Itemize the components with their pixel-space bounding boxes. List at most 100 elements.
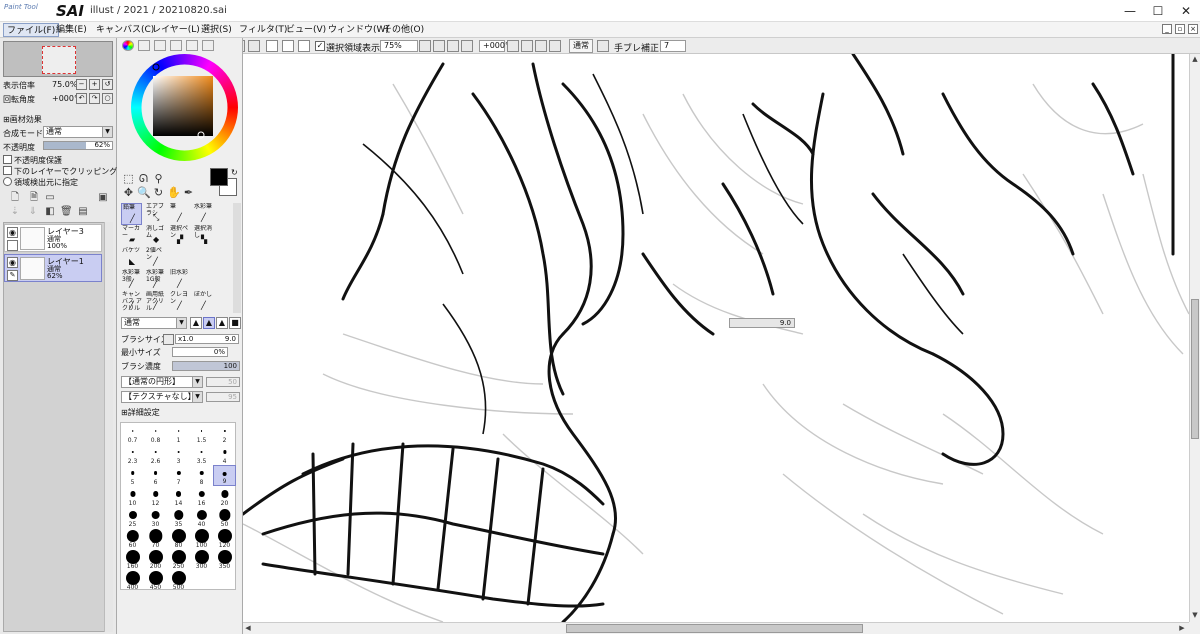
- brush-tool-marker[interactable]: マーカー ▰: [121, 225, 142, 247]
- menu-file[interactable]: ファイル(F): [3, 23, 60, 37]
- brush-size-preset[interactable]: 80: [167, 528, 190, 549]
- brush-tool-brush[interactable]: 筆 ╱: [169, 203, 190, 225]
- mdi-restore-icon[interactable]: ▫: [1175, 24, 1185, 34]
- scratchpad-tab-icon[interactable]: [186, 40, 198, 51]
- mdi-minimize-icon[interactable]: _: [1162, 24, 1172, 34]
- brush-size-preset[interactable]: 8: [190, 465, 213, 486]
- hand-icon[interactable]: ✋: [167, 186, 181, 199]
- rect-select-icon[interactable]: ⬚: [122, 172, 135, 185]
- scroll-right-icon[interactable]: ▶: [1177, 623, 1187, 633]
- brush-size-preset[interactable]: 35: [167, 507, 190, 528]
- brush-size-preset[interactable]: 40: [190, 507, 213, 528]
- edge-soft-icon[interactable]: ▲: [190, 317, 202, 329]
- navigator-viewport[interactable]: [42, 46, 76, 74]
- brush-size-preset[interactable]: 25: [121, 507, 144, 528]
- swap-colors-icon[interactable]: ↻: [231, 168, 238, 177]
- advanced-settings-toggle[interactable]: ⊞詳細設定: [121, 407, 160, 418]
- opacity-slider[interactable]: 62%: [43, 141, 113, 150]
- brush-tool-watercolor[interactable]: 水彩筆 ╱: [193, 203, 214, 225]
- clear-layer-icon[interactable]: ◧: [44, 206, 56, 218]
- layer-item-selected[interactable]: ◉ ✎ レイヤー1 通常 62%: [4, 254, 102, 282]
- brush-tool-paper-acrylic[interactable]: 画用紙 アクリル ╱: [145, 291, 166, 313]
- close-icon[interactable]: ✕: [1168, 2, 1200, 20]
- rotation-dropdown-icon[interactable]: [507, 40, 519, 52]
- zoom-out-icon[interactable]: −: [76, 79, 87, 90]
- lock-icon[interactable]: [7, 240, 18, 251]
- menu-other[interactable]: その他(O): [380, 23, 427, 37]
- eye-icon[interactable]: ◉: [7, 227, 18, 238]
- rotate-right-icon[interactable]: ↷: [89, 93, 100, 104]
- brush-mode-select[interactable]: 通常 ▼: [121, 317, 187, 329]
- edge-hard-icon[interactable]: ▲: [216, 317, 228, 329]
- rotate-ccw-icon[interactable]: [521, 40, 533, 52]
- brush-size-preset[interactable]: 100: [190, 528, 213, 549]
- stabilizer-input[interactable]: 7: [660, 40, 686, 52]
- pen-icon[interactable]: ✎: [7, 270, 18, 281]
- brush-size-preset[interactable]: 0.8: [144, 423, 167, 444]
- effects-header[interactable]: ⊞画材効果: [3, 114, 42, 125]
- brush-size-preset[interactable]: 14: [167, 486, 190, 507]
- menu-layer[interactable]: レイヤー(L): [149, 23, 203, 37]
- selection-shape-icon[interactable]: [266, 40, 278, 52]
- color-wheel[interactable]: [131, 54, 238, 161]
- texture-strength-field[interactable]: 95: [206, 392, 240, 402]
- scroll-up-icon[interactable]: ▲: [1190, 54, 1200, 64]
- preserve-opacity-checkbox[interactable]: [3, 155, 12, 164]
- crop-icon[interactable]: [248, 40, 260, 52]
- brush-size-preset[interactable]: 16: [190, 486, 213, 507]
- transfer-down-icon[interactable]: ⇣: [9, 206, 21, 218]
- brush-tool-select-eraser[interactable]: 選択消し ▚: [193, 225, 214, 247]
- rotate-reset-toolbar-icon[interactable]: [549, 40, 561, 52]
- rgb-slider-tab-icon[interactable]: [138, 40, 150, 51]
- brush-size-preset[interactable]: 30: [144, 507, 167, 528]
- palette-tab-icon[interactable]: [170, 40, 182, 51]
- brush-size-preset[interactable]: 200: [144, 549, 167, 570]
- magic-wand-icon[interactable]: ⚲: [152, 172, 165, 185]
- layer-list-scrollbar[interactable]: [104, 222, 113, 632]
- zoom-fit-icon[interactable]: [461, 40, 473, 52]
- brush-tool-bucket[interactable]: バケツ ◣: [121, 247, 142, 269]
- brush-size-preset[interactable]: 9: [213, 465, 236, 486]
- menu-canvas[interactable]: キャンバス(C): [93, 23, 157, 37]
- brush-tool-eraser[interactable]: 消しゴム ◆: [145, 225, 166, 247]
- brush-size-preset[interactable]: 400: [121, 570, 144, 591]
- min-size-slider[interactable]: 0%: [172, 347, 228, 357]
- new-layer-icon[interactable]: 🗋: [9, 192, 21, 204]
- brush-size-preset[interactable]: 450: [144, 570, 167, 591]
- vertical-scrollbar[interactable]: ▲ ▼: [1189, 54, 1200, 622]
- flip-horizontal-icon[interactable]: [597, 40, 609, 52]
- brush-size-preset[interactable]: 2: [213, 423, 236, 444]
- brush-size-preset[interactable]: 5: [121, 465, 144, 486]
- size-multiplier-icon[interactable]: [163, 334, 174, 345]
- brush-size-preset[interactable]: 350: [213, 549, 236, 570]
- brush-size-preset[interactable]: 20: [213, 486, 236, 507]
- rotate-tool-icon[interactable]: ↻: [152, 186, 165, 199]
- density-slider[interactable]: 100: [172, 361, 240, 371]
- scroll-left-icon[interactable]: ◀: [243, 623, 253, 633]
- brush-tool-canvas-acrylic[interactable]: キャンバス アクリル ╱: [121, 291, 142, 313]
- brush-size-preset[interactable]: 4: [213, 444, 236, 465]
- brush-size-slider[interactable]: x1.0 9.0: [175, 334, 239, 344]
- brush-grid-scrollbar[interactable]: [233, 203, 241, 313]
- brush-size-preset[interactable]: 6: [144, 465, 167, 486]
- menu-select[interactable]: 選択(S): [198, 23, 235, 37]
- hsv-slider-tab-icon[interactable]: [154, 40, 166, 51]
- rotate-reset-icon[interactable]: ○: [102, 93, 113, 104]
- foreground-color-swatch[interactable]: [210, 168, 228, 186]
- brush-tool-binary-pen[interactable]: 2値ペン ╱: [145, 247, 166, 269]
- move-icon[interactable]: ✥: [122, 186, 135, 199]
- brush-tool-crayon[interactable]: クレヨン ╱: [169, 291, 190, 313]
- eyedropper-icon[interactable]: ✒: [182, 186, 195, 199]
- blend-mode-select[interactable]: 通常 ▼: [43, 126, 113, 138]
- new-linked-layer-icon[interactable]: 🗎: [28, 192, 40, 204]
- rotation-input[interactable]: +000°: [479, 40, 509, 52]
- brush-tool-watercolor-10[interactable]: 水彩筆 1G般 ╱: [145, 269, 166, 291]
- brush-size-preset[interactable]: 500: [167, 570, 190, 591]
- mask-icon[interactable]: ▤: [77, 206, 89, 218]
- brush-tool-old-watercolor[interactable]: 旧水彩 ╱: [169, 269, 190, 291]
- brush-tool-select-pen[interactable]: 選択ペン ▞: [169, 225, 190, 247]
- brush-tool-watercolor-3[interactable]: 水彩筆 3般 ╱: [121, 269, 142, 291]
- edge-medium-icon[interactable]: ▲: [203, 317, 215, 329]
- zoom-in-icon[interactable]: +: [89, 79, 100, 90]
- brush-size-preset[interactable]: 60: [121, 528, 144, 549]
